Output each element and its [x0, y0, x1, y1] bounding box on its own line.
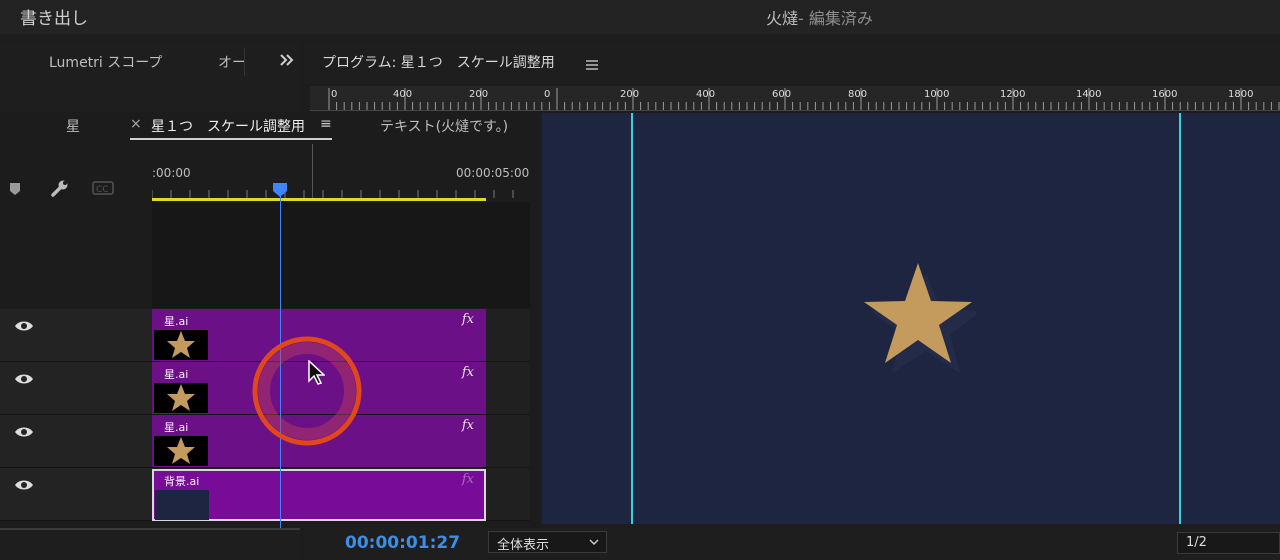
double-chevron-right-icon[interactable] [278, 52, 296, 68]
work-area-bar[interactable] [152, 198, 486, 201]
ruler-label: 1400 [1076, 89, 1102, 100]
ruler-label: 200 [620, 89, 640, 100]
time-ruler-start: :00:00 [152, 166, 191, 180]
wrench-icon[interactable] [50, 178, 70, 198]
program-monitor-title[interactable]: プログラム: 星１つ スケール調整用 [322, 52, 555, 72]
playhead-handle[interactable] [273, 182, 287, 197]
ruler-label: 0 [331, 89, 338, 100]
ruler-label: 1800 [1228, 89, 1254, 100]
svg-text:CC: CC [96, 185, 109, 195]
ruler-label: 1600 [1152, 89, 1178, 100]
ruler-label: 800 [848, 89, 868, 100]
playhead-timecode[interactable]: 00:00:01:27 [345, 533, 460, 553]
timeline-menu-icon[interactable]: ≡ [320, 116, 332, 132]
eye-icon[interactable] [14, 422, 34, 442]
star-shape [864, 263, 976, 373]
ruler-label: 200 [469, 89, 489, 100]
export-tab[interactable]: 書き出し [20, 4, 88, 29]
title-bar [0, 0, 1280, 34]
guide-line-right[interactable] [1179, 113, 1181, 524]
clip-name: 背景.ai [164, 475, 200, 488]
click-highlight-ring [244, 328, 370, 454]
tab-lumetri-scopes[interactable]: Lumetri スコープ [49, 52, 162, 72]
hamburger-menu-icon[interactable] [586, 56, 598, 70]
eye-icon[interactable] [14, 316, 34, 336]
document-name: 火燵 [766, 9, 799, 28]
fx-badge-icon: fx [461, 312, 474, 327]
fx-badge-icon: fx [461, 365, 474, 380]
empty-track-area [152, 202, 530, 308]
clip-thumbnail [154, 330, 208, 360]
ruler-label: 400 [393, 89, 413, 100]
mouse-pointer-icon [307, 359, 326, 386]
chevron-down-icon [589, 539, 599, 546]
empty-track-headers [0, 202, 152, 308]
resolution-value: 1/2 [1186, 535, 1207, 550]
eye-icon[interactable] [14, 475, 34, 495]
clip-thumbnail [154, 436, 208, 466]
clip-thumbnail [155, 490, 209, 520]
document-title: 火燵- 編集済み [766, 5, 873, 29]
active-tab-underline [130, 138, 332, 140]
clip-name: 星.ai [164, 368, 189, 381]
tab-star-sequence[interactable]: 星 [66, 116, 80, 136]
zoom-fit-select[interactable]: 全体表示 [488, 531, 607, 553]
ruler-label: 400 [696, 89, 716, 100]
document-status: - 編集済み [798, 9, 873, 28]
ruler-label: 600 [772, 89, 792, 100]
pixel-ruler: 0 400 200 0 200 400 600 800 1000 1200 14… [310, 86, 1280, 111]
eye-icon[interactable] [14, 369, 34, 389]
program-viewer[interactable] [542, 113, 1280, 524]
ruler-label: 0 [544, 89, 551, 100]
tab-active-sequence[interactable]: 星１つ スケール調整用 [151, 116, 305, 136]
fx-badge-icon: fx [461, 418, 474, 433]
tab-audio-truncated[interactable]: オー [218, 52, 246, 72]
zoom-fit-value: 全体表示 [497, 538, 550, 553]
time-ruler[interactable]: :00:00 00:00:05:00 [152, 160, 530, 198]
fx-badge-icon: fx [461, 472, 474, 487]
timeline-footer [0, 530, 300, 560]
clip-name: 星.ai [164, 315, 189, 328]
clip-name: 星.ai [164, 421, 189, 434]
marker-icon[interactable] [9, 181, 21, 195]
time-ruler-end: 00:00:05:00 [456, 166, 530, 180]
closed-captions-icon[interactable]: CC [92, 180, 114, 195]
sequence-end-marker [312, 144, 313, 198]
close-tab-icon[interactable]: × [130, 116, 142, 132]
ruler-label: 1000 [924, 89, 950, 100]
resolution-select[interactable]: 1/2 [1177, 532, 1280, 554]
clip-background[interactable]: 背景.ai fx [152, 469, 486, 521]
guide-line-left[interactable] [631, 113, 633, 524]
ruler-label: 1200 [1000, 89, 1026, 100]
timeline-scrollbar[interactable] [0, 528, 300, 530]
tab-text-sequence[interactable]: テキスト(火燵です。) [380, 116, 508, 136]
tab-divider [244, 48, 245, 76]
clip-thumbnail [154, 383, 208, 413]
